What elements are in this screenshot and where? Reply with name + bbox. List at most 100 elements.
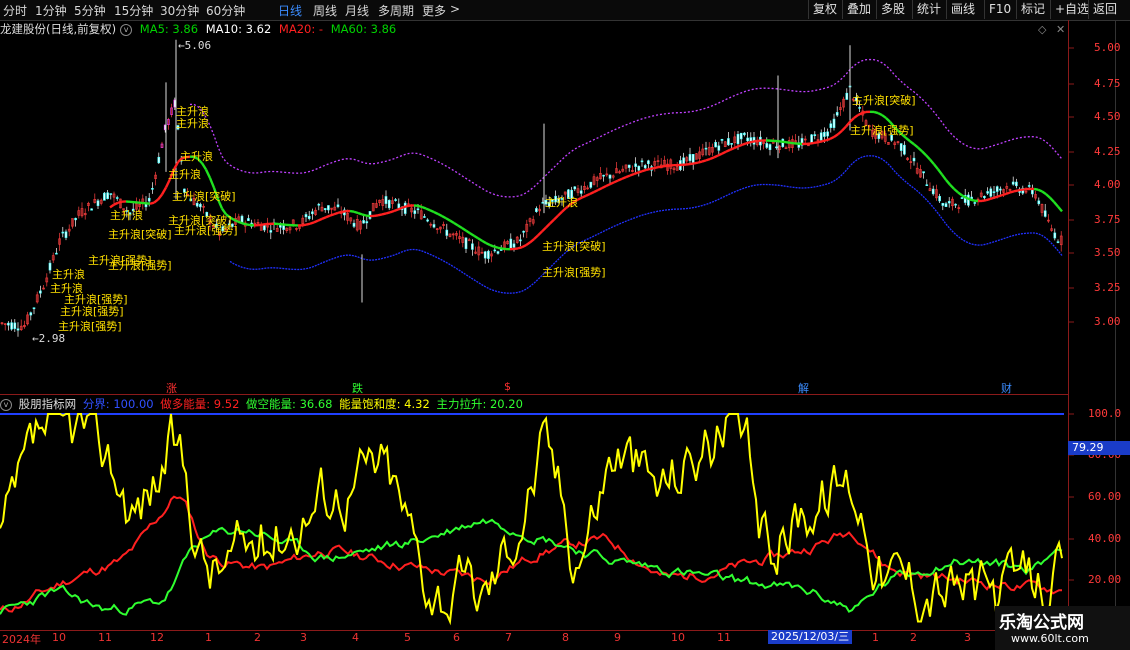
ma-trend-line [1041,190,1047,196]
candle-body [640,160,644,163]
time-axis-label: 2 [910,631,917,644]
ma-trend-line [257,223,263,227]
candle-body [954,203,957,206]
candle-body [493,249,497,252]
price-tick-label: 5.00 [1094,41,1121,54]
ma-trend-line [200,162,208,171]
ma-trend-line [645,167,651,172]
candle-body [944,203,948,207]
signal-label: 主升浪 [545,196,578,209]
candle-body [311,211,314,215]
ma-trend-line [245,223,251,227]
ma-trend-line [841,125,847,132]
candle-body [947,201,951,204]
candle-body [717,145,721,151]
indicator-tick-label: 60.00 [1088,490,1122,503]
candle-body [464,237,468,249]
ma-trend-line [749,140,755,144]
ma-trend-line [557,210,563,217]
ma-trend-line [421,205,427,210]
candle-body [467,239,471,242]
ma-trend-line [1045,193,1051,199]
candle-body [509,238,513,250]
ma-trend-line [593,188,599,194]
ma-trend-line [589,190,595,196]
candle-body [387,199,391,209]
ma-trend-line [925,154,931,161]
ma-trend-line [553,214,559,221]
candle-body [64,231,68,238]
ma-trend-line [945,179,951,186]
ma-trend-line [385,211,391,215]
event-marker-unlock[interactable]: 解 [797,380,810,396]
candle-body [384,196,388,204]
ma-trend-line [809,141,815,145]
ma-trend-line [785,141,791,145]
candle-body [589,181,593,188]
time-axis-label: 1 [872,631,879,644]
candle-body [48,262,52,271]
candle-body [810,134,813,144]
candle-body [743,132,746,136]
ma-trend-line [597,186,603,192]
price-tick-label: 4.00 [1094,178,1121,191]
ma-trend-line [1033,187,1039,191]
candle-body [471,243,474,250]
time-axis-label: 6 [453,631,460,644]
candle-body [304,214,308,218]
candle-body [394,199,397,201]
ma-trend-line [585,192,591,197]
candle-body [1037,200,1041,205]
time-axis-label: 1 [205,631,212,644]
watermark: 乐淘公式网 www.60lt.com [995,606,1130,650]
ma-trend-line [617,177,623,182]
candle-body [487,250,490,259]
ma-trend-line [917,146,923,153]
price-tick-label: 3.25 [1094,281,1121,294]
candle-body [727,138,730,146]
candle-body [995,186,999,192]
time-axis-label: 11 [98,631,112,644]
ma-trend-line [453,221,459,227]
ma-trend-line [429,209,435,214]
signal-label: 主升浪[突破] [172,190,236,203]
event-marker-rise[interactable]: 涨 [165,380,178,396]
candle-body [922,171,925,174]
event-marker-dividend[interactable]: $ [503,380,512,393]
ma-trend-line [401,205,407,209]
ma-trend-line [465,229,471,235]
ma-trend-line [905,137,911,143]
candle-body [365,221,369,224]
watermark-url: www.60lt.com [1011,632,1089,645]
ma-trend-line [449,219,455,224]
time-axis-label: 8 [562,631,569,644]
event-marker-finance[interactable]: 财 [1000,380,1013,396]
candle-body [973,202,977,204]
ma-trend-line [861,110,867,115]
candle-body [826,131,829,137]
signal-label: 主升浪[突破] [542,240,606,253]
candle-body [1043,210,1047,217]
ma-trend-line [613,179,619,184]
candle-body [912,157,916,162]
signal-label: 主升浪 [110,209,143,222]
indicator-tick-label: 40.00 [1088,532,1122,545]
candle-body [647,160,650,165]
ma-trend-line [321,216,327,220]
candle-body [327,205,330,211]
ma-trend-line [541,226,547,233]
candle-body [432,224,436,228]
event-marker-fall[interactable]: 跌 [351,380,364,396]
ma-trend-line [397,206,403,211]
candle-body [813,134,817,137]
candle-body [413,210,417,214]
ma-trend-line [637,170,643,174]
candle-body [445,229,449,236]
ma-trend-line [1013,189,1019,193]
indicator-tick-label: 100.0 [1088,407,1122,420]
signal-label: 主升浪[强势] [60,305,124,318]
ma-trend-line [821,139,827,143]
ma-trend-line [965,196,971,201]
candle-body [32,307,36,310]
zuoduo-energy-line [0,495,1062,613]
